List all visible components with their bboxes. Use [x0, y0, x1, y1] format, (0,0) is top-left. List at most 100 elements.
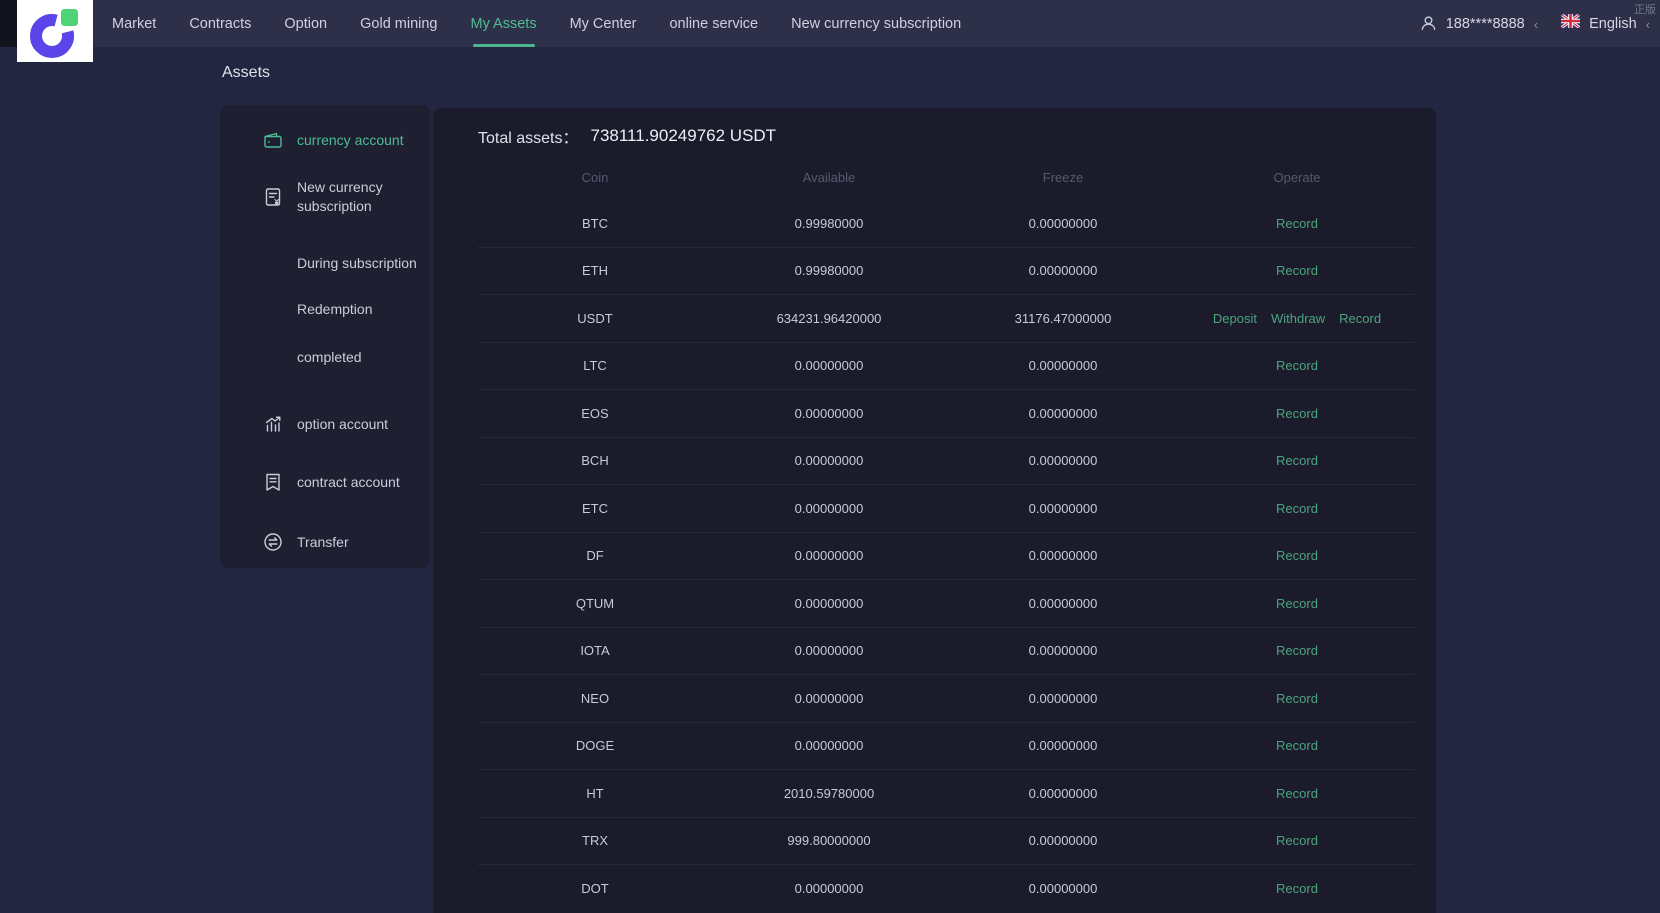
total-assets-value: 738111.90249762 USDT — [590, 126, 777, 145]
record-link[interactable]: Record — [1276, 596, 1318, 611]
transfer-icon — [262, 531, 284, 553]
total-assets-line: Total assets： 738111.90249762 USDT — [478, 118, 1414, 154]
table-row-etc: ETC 0.00000000 0.00000000 Record — [478, 485, 1414, 533]
table-body: BTC 0.99980000 0.00000000 Record ETH 0.999800… — [478, 200, 1414, 913]
table-row-eos: EOS 0.00000000 0.00000000 Record — [478, 390, 1414, 438]
freeze-cell: 0.00000000 — [1028, 215, 1098, 231]
available-cell: 0.00000000 — [794, 500, 864, 516]
table-row-bch: BCH 0.00000000 0.00000000 Record — [478, 438, 1414, 485]
operate-cell: Record — [1180, 263, 1414, 278]
logo[interactable] — [17, 0, 93, 62]
nav-right-group: 188****8888 ‹ English ‹ — [1420, 0, 1650, 47]
available-cell: 0.00000000 — [794, 405, 864, 421]
record-link[interactable]: Record — [1276, 453, 1318, 468]
coin-cell: DOGE — [575, 738, 615, 754]
page: Market Contracts Option Gold mining My Asset… — [0, 0, 1660, 913]
operate-cell: Record — [1180, 358, 1414, 373]
wallet-icon — [262, 129, 284, 151]
deposit-link[interactable]: Deposit — [1213, 311, 1257, 326]
available-cell: 634231.96420000 — [776, 310, 882, 326]
nav-item-new-currency-subscription[interactable]: New currency subscription — [791, 0, 961, 47]
freeze-cell: 0.00000000 — [1028, 358, 1098, 374]
table-header: Coin Available Freeze Operate — [478, 154, 1414, 200]
freeze-cell: 0.00000000 — [1028, 643, 1098, 659]
account-phone[interactable]: 188****8888 — [1446, 16, 1525, 32]
table-row-ltc: LTC 0.00000000 0.00000000 Record — [478, 343, 1414, 390]
operate-cell: Record — [1180, 216, 1414, 231]
coin-cell: DF — [586, 548, 604, 564]
available-cell: 0.99980000 — [794, 215, 864, 231]
withdraw-link[interactable]: Withdraw — [1271, 311, 1325, 326]
operate-cell: Record — [1180, 691, 1414, 706]
coin-cell: ETH — [582, 263, 608, 279]
operate-cell: Record — [1180, 406, 1414, 421]
record-link[interactable]: Record — [1276, 216, 1318, 231]
phone-chevron-icon[interactable]: ‹ — [1534, 17, 1538, 31]
nav-item-gold-mining[interactable]: Gold mining — [360, 0, 437, 47]
available-cell: 0.00000000 — [794, 548, 864, 564]
record-link[interactable]: Record — [1276, 786, 1318, 801]
column-header-available: Available — [802, 169, 856, 185]
table-row-usdt: USDT 634231.96420000 31176.47000000 Deposit… — [478, 295, 1414, 343]
sidebar-item-transfer[interactable]: Transfer — [262, 531, 422, 553]
available-cell: 0.99980000 — [794, 263, 864, 279]
option-chart-icon — [262, 413, 284, 435]
operate-cell: Record — [1180, 738, 1414, 753]
nav-item-contracts[interactable]: Contracts — [189, 0, 251, 47]
operate-cell: Record — [1180, 596, 1414, 611]
sidebar-item-option-account[interactable]: option account — [262, 413, 422, 435]
record-link[interactable]: Record — [1276, 833, 1318, 848]
coin-cell: ETC — [582, 500, 608, 516]
record-link[interactable]: Record — [1276, 738, 1318, 753]
nav-item-my-assets[interactable]: My Assets — [471, 0, 537, 47]
available-cell: 0.00000000 — [794, 358, 864, 374]
nav-item-online-service[interactable]: online service — [669, 0, 758, 47]
freeze-cell: 0.00000000 — [1028, 595, 1098, 611]
operate-cell: Record — [1180, 881, 1414, 896]
table-row-btc: BTC 0.99980000 0.00000000 Record — [478, 200, 1414, 248]
nav-item-market[interactable]: Market — [112, 0, 156, 47]
record-link[interactable]: Record — [1276, 263, 1318, 278]
available-cell: 0.00000000 — [794, 738, 864, 754]
sidebar-item-redemption[interactable]: Redemption — [297, 301, 422, 317]
sidebar-item-during-subscription[interactable]: During subscription — [297, 255, 422, 271]
record-link[interactable]: Record — [1276, 643, 1318, 658]
sidebar-item-currency-account[interactable]: currency account — [262, 129, 422, 151]
sidebar-item-label: currency account — [297, 131, 404, 148]
table-row-eth: ETH 0.99980000 0.00000000 Record — [478, 248, 1414, 295]
table-row-dot: DOT 0.00000000 0.00000000 Record — [478, 865, 1414, 913]
sidebar: currency account New currency subscripti… — [220, 105, 430, 568]
operate-cell: Deposit Withdraw Record — [1180, 311, 1414, 326]
sidebar-item-label: option account — [297, 415, 389, 432]
coin-cell: TRX — [582, 833, 608, 849]
freeze-cell: 0.00000000 — [1028, 263, 1098, 279]
uk-flag-icon — [1561, 14, 1581, 33]
sidebar-item-new-currency-subscription[interactable]: New currency subscription — [262, 178, 422, 216]
language-chevron-icon[interactable]: ‹ — [1646, 17, 1650, 31]
sidebar-item-label: Transfer — [297, 533, 349, 550]
operate-cell: Record — [1180, 786, 1414, 801]
freeze-cell: 31176.47000000 — [1014, 310, 1112, 326]
total-assets-label: Total assets： — [478, 130, 579, 147]
record-link[interactable]: Record — [1276, 358, 1318, 373]
record-link[interactable]: Record — [1276, 881, 1318, 896]
column-header-operate: Operate — [1273, 169, 1321, 185]
record-link[interactable]: Record — [1339, 311, 1381, 326]
freeze-cell: 0.00000000 — [1028, 453, 1098, 469]
available-cell: 2010.59780000 — [783, 785, 875, 801]
language-selector[interactable]: English — [1589, 16, 1637, 32]
logo-icon — [30, 9, 78, 58]
nav-item-option[interactable]: Option — [284, 0, 327, 47]
coin-cell: IOTA — [580, 643, 610, 659]
sidebar-item-completed[interactable]: completed — [297, 349, 422, 365]
sidebar-item-contract-account[interactable]: contract account — [262, 471, 422, 493]
record-link[interactable]: Record — [1276, 548, 1318, 563]
available-cell: 0.00000000 — [794, 643, 864, 659]
record-link[interactable]: Record — [1276, 501, 1318, 516]
nav-item-my-center[interactable]: My Center — [570, 0, 637, 47]
record-link[interactable]: Record — [1276, 691, 1318, 706]
operate-cell: Record — [1180, 643, 1414, 658]
freeze-cell: 0.00000000 — [1028, 690, 1098, 706]
record-link[interactable]: Record — [1276, 406, 1318, 421]
table-row-ht: HT 2010.59780000 0.00000000 Record — [478, 770, 1414, 818]
